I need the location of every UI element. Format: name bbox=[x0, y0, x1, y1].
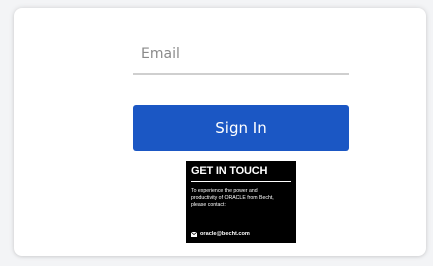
get-in-touch-banner: GET IN TOUCH To experience the power and… bbox=[186, 161, 296, 243]
contact-email-link[interactable]: oracle@becht.com bbox=[191, 231, 250, 237]
contact-email-text: oracle@becht.com bbox=[200, 231, 250, 237]
sign-in-button[interactable]: Sign In bbox=[133, 105, 349, 151]
mail-icon bbox=[191, 231, 197, 237]
email-field[interactable] bbox=[141, 38, 341, 70]
sign-in-label: Sign In bbox=[215, 119, 267, 137]
get-in-touch-text: To experience the power and productivity… bbox=[191, 188, 274, 208]
email-field-wrapper bbox=[133, 38, 349, 75]
login-card: Sign In GET IN TOUCH To experience the p… bbox=[14, 8, 426, 256]
get-in-touch-title: GET IN TOUCH bbox=[191, 165, 268, 177]
get-in-touch-divider bbox=[191, 181, 291, 182]
